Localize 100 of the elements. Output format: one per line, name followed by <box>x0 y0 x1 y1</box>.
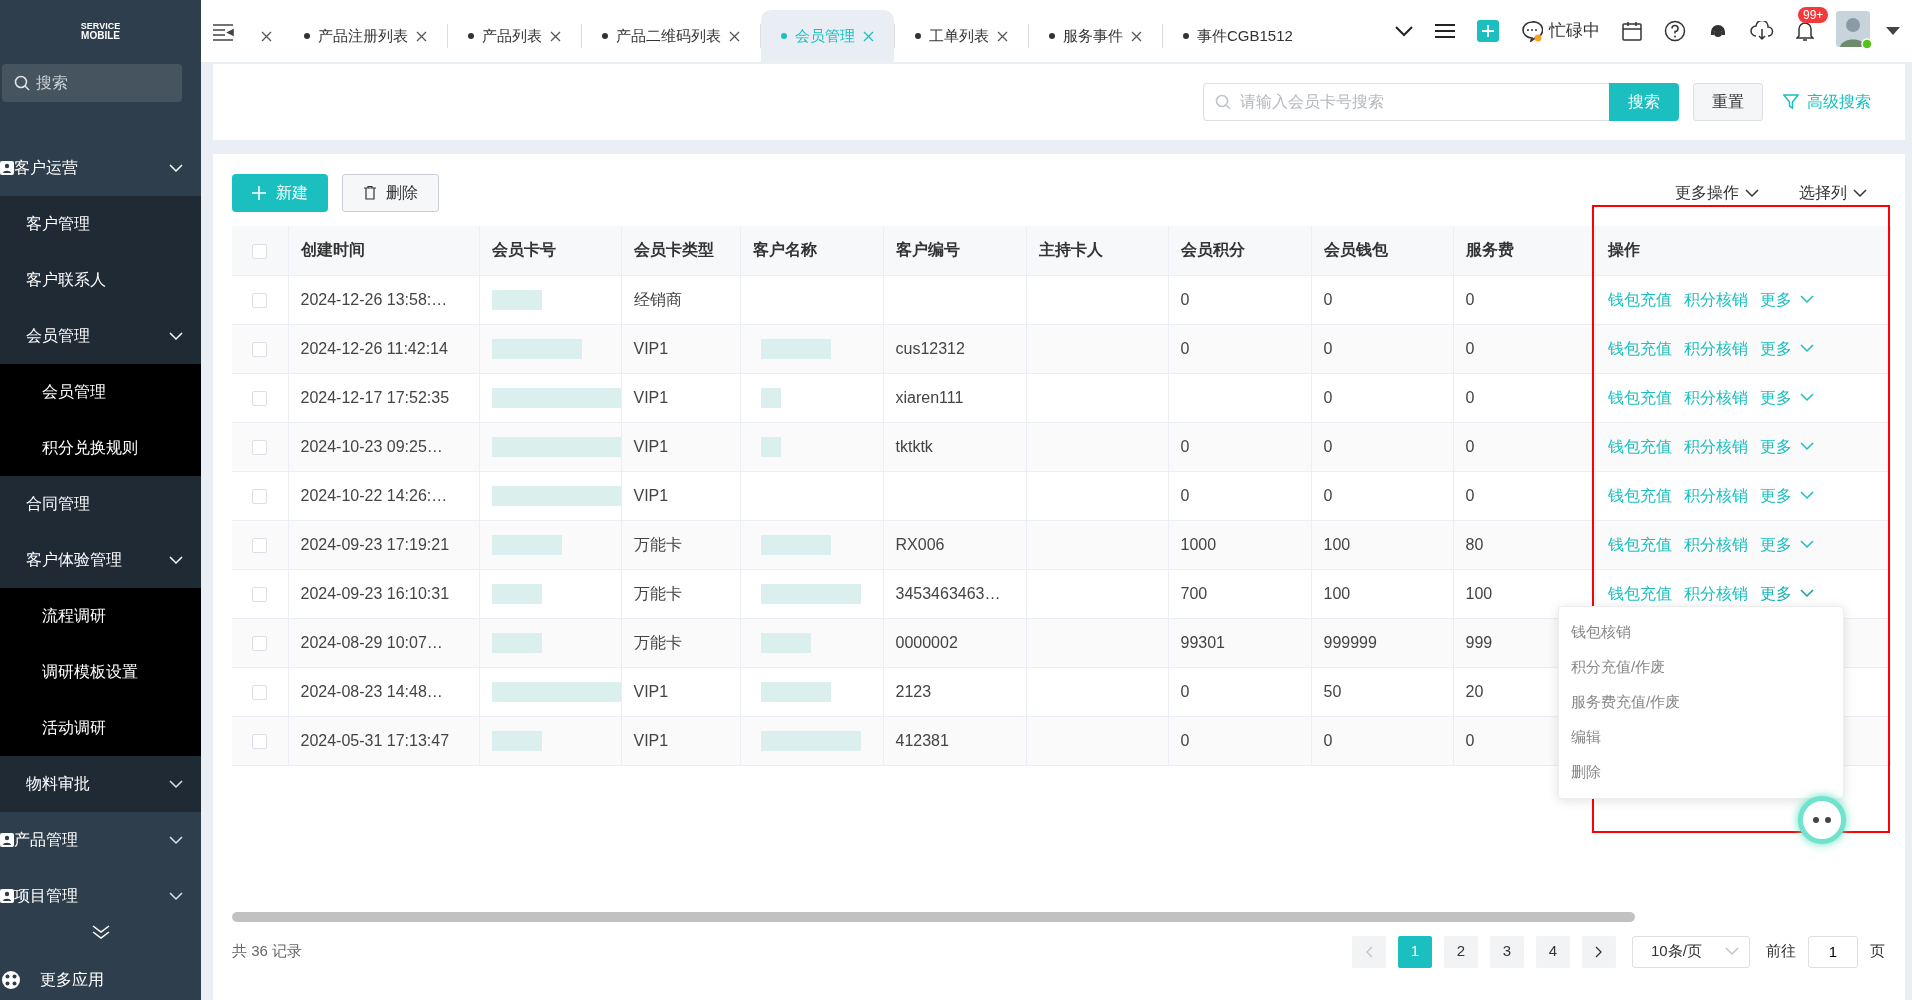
table-cell: 999 <box>1465 633 1493 651</box>
checkbox[interactable] <box>252 635 268 651</box>
sidebar-item[interactable]: 客户联系人 <box>0 252 201 308</box>
menu[interactable] <box>1435 23 1455 39</box>
table-cell: 0 <box>1465 731 1475 749</box>
menu-item[interactable]: 编辑 <box>1559 720 1843 755</box>
tab[interactable]: 产品二维码列表 <box>582 10 760 62</box>
table-cell: VIP1 <box>633 388 669 406</box>
table-cell: 0 <box>1180 290 1190 308</box>
close-icon[interactable] <box>261 30 272 42</box>
checkbox[interactable] <box>252 439 268 455</box>
table-cell: 2024-08-23 14:48… <box>300 682 443 700</box>
notification[interactable] <box>1796 21 1814 41</box>
table-cell: 0 <box>1323 486 1333 504</box>
contact-card-icon <box>0 833 14 847</box>
choose-columns-dropdown[interactable]: 选择列 <box>1793 180 1873 206</box>
page-size-select[interactable]: 10条/页 <box>1632 935 1750 968</box>
redacted-block <box>491 584 542 605</box>
table-cell: 0000002 <box>895 633 958 651</box>
page-button[interactable]: 4 <box>1536 935 1570 968</box>
menu-item[interactable]: 删除 <box>1559 755 1843 790</box>
sidebar-item[interactable]: 客户体验管理 <box>0 532 201 588</box>
calendar[interactable] <box>1622 21 1642 41</box>
tab[interactable]: 服务事件 <box>1029 10 1162 62</box>
notification-badge: 99+ <box>1798 7 1829 23</box>
add[interactable] <box>1477 20 1499 42</box>
plus-icon <box>252 186 266 200</box>
tab-list-icon <box>1395 25 1413 37</box>
page-button[interactable]: 2 <box>1444 935 1478 968</box>
table-cell: 100 <box>1323 584 1351 602</box>
tab[interactable]: 工单列表 <box>895 10 1028 62</box>
delete-button[interactable]: 删除 <box>342 174 439 212</box>
sidebar-item[interactable]: 客户管理 <box>0 196 201 252</box>
column-header: 客户编号 <box>895 241 960 259</box>
scrollbar[interactable] <box>232 911 1635 922</box>
sidebar-item[interactable]: 积分兑换规则 <box>0 420 201 476</box>
close-icon[interactable] <box>997 30 1008 42</box>
cloud-download[interactable] <box>1750 21 1774 41</box>
checkbox[interactable] <box>252 684 268 700</box>
table-cell: VIP1 <box>633 339 669 357</box>
table-cell: 700 <box>1180 584 1208 602</box>
table-cell: 412381 <box>895 731 949 749</box>
tab-list[interactable] <box>1395 25 1413 37</box>
column-header: 操作 <box>1607 241 1640 259</box>
tab[interactable]: 产品列表 <box>448 10 581 62</box>
checkbox[interactable] <box>252 537 268 553</box>
contact-card-icon <box>0 161 14 175</box>
chevron-down-icon <box>1725 947 1739 956</box>
menu-item[interactable]: 服务费充值/作废 <box>1559 685 1843 720</box>
sidebar-item[interactable]: 调研模板设置 <box>0 644 201 700</box>
table-cell: 0 <box>1180 437 1190 455</box>
table-cell: 50 <box>1323 682 1342 700</box>
checkbox[interactable] <box>252 390 268 406</box>
avatar[interactable] <box>1836 11 1900 51</box>
close-icon[interactable] <box>1131 30 1142 42</box>
tab[interactable]: 产品注册列表 <box>284 10 447 62</box>
add-icon <box>1477 20 1499 42</box>
collapse-menu-icon[interactable] <box>213 24 235 42</box>
help[interactable] <box>1664 20 1686 42</box>
table-cell: 万能卡 <box>633 633 682 651</box>
checkbox[interactable] <box>252 733 268 749</box>
table-cell: 0 <box>1180 682 1190 700</box>
checkbox[interactable] <box>252 292 268 308</box>
table-cell: 0 <box>1323 437 1333 455</box>
sidebar-item[interactable]: 流程调研 <box>0 588 201 644</box>
page-input[interactable]: 1 <box>1808 935 1858 968</box>
tab[interactable]: 事件CGB1512 <box>1163 10 1313 62</box>
more-apps-item[interactable]: 更多应用 <box>0 960 201 1000</box>
close-icon[interactable] <box>550 30 561 42</box>
search-field[interactable]: 搜索 <box>2 64 182 102</box>
table-cell: VIP1 <box>633 682 669 700</box>
sidebar-item[interactable]: 活动调研 <box>0 700 201 756</box>
table-cell: 2024-09-23 16:10:31 <box>300 584 450 602</box>
search-field[interactable]: 请输入会员卡号搜索 <box>1203 83 1609 121</box>
chevron-down-icon <box>169 331 183 341</box>
double-chevron-down-icon <box>90 924 111 940</box>
table-cell: 80 <box>1465 535 1484 553</box>
checkbox[interactable] <box>252 243 268 259</box>
close-icon[interactable] <box>416 30 427 42</box>
reset-button[interactable]: 重置 <box>1693 83 1763 121</box>
status-button[interactable]: 忙碌中 <box>1521 18 1600 44</box>
checkbox[interactable] <box>252 341 268 357</box>
column-header: 会员钱包 <box>1323 241 1388 259</box>
column-header: 主持卡人 <box>1038 241 1103 259</box>
redacted-block <box>491 633 542 654</box>
sidebar-item[interactable]: 会员管理 <box>0 364 201 420</box>
close-icon[interactable] <box>729 30 740 42</box>
checkbox[interactable] <box>252 488 268 504</box>
more-actions-dropdown[interactable]: 更多操作 <box>1669 180 1765 206</box>
checkbox[interactable] <box>252 586 268 602</box>
record-count: 共 36 记录 <box>232 941 303 962</box>
next-page-button[interactable] <box>1582 935 1616 968</box>
trash-icon <box>363 186 376 200</box>
menu-item[interactable]: 积分充值/作废 <box>1559 650 1843 685</box>
menu-item[interactable]: 钱包核销 <box>1559 615 1843 650</box>
page-button[interactable]: 3 <box>1490 935 1524 968</box>
sidebar-item[interactable]: 合同管理 <box>0 476 201 532</box>
sidebar-item[interactable]: 物料审批 <box>0 756 201 812</box>
chat-bubble-button[interactable] <box>1798 796 1846 844</box>
sidebar-item[interactable]: 会员管理 <box>0 308 201 364</box>
